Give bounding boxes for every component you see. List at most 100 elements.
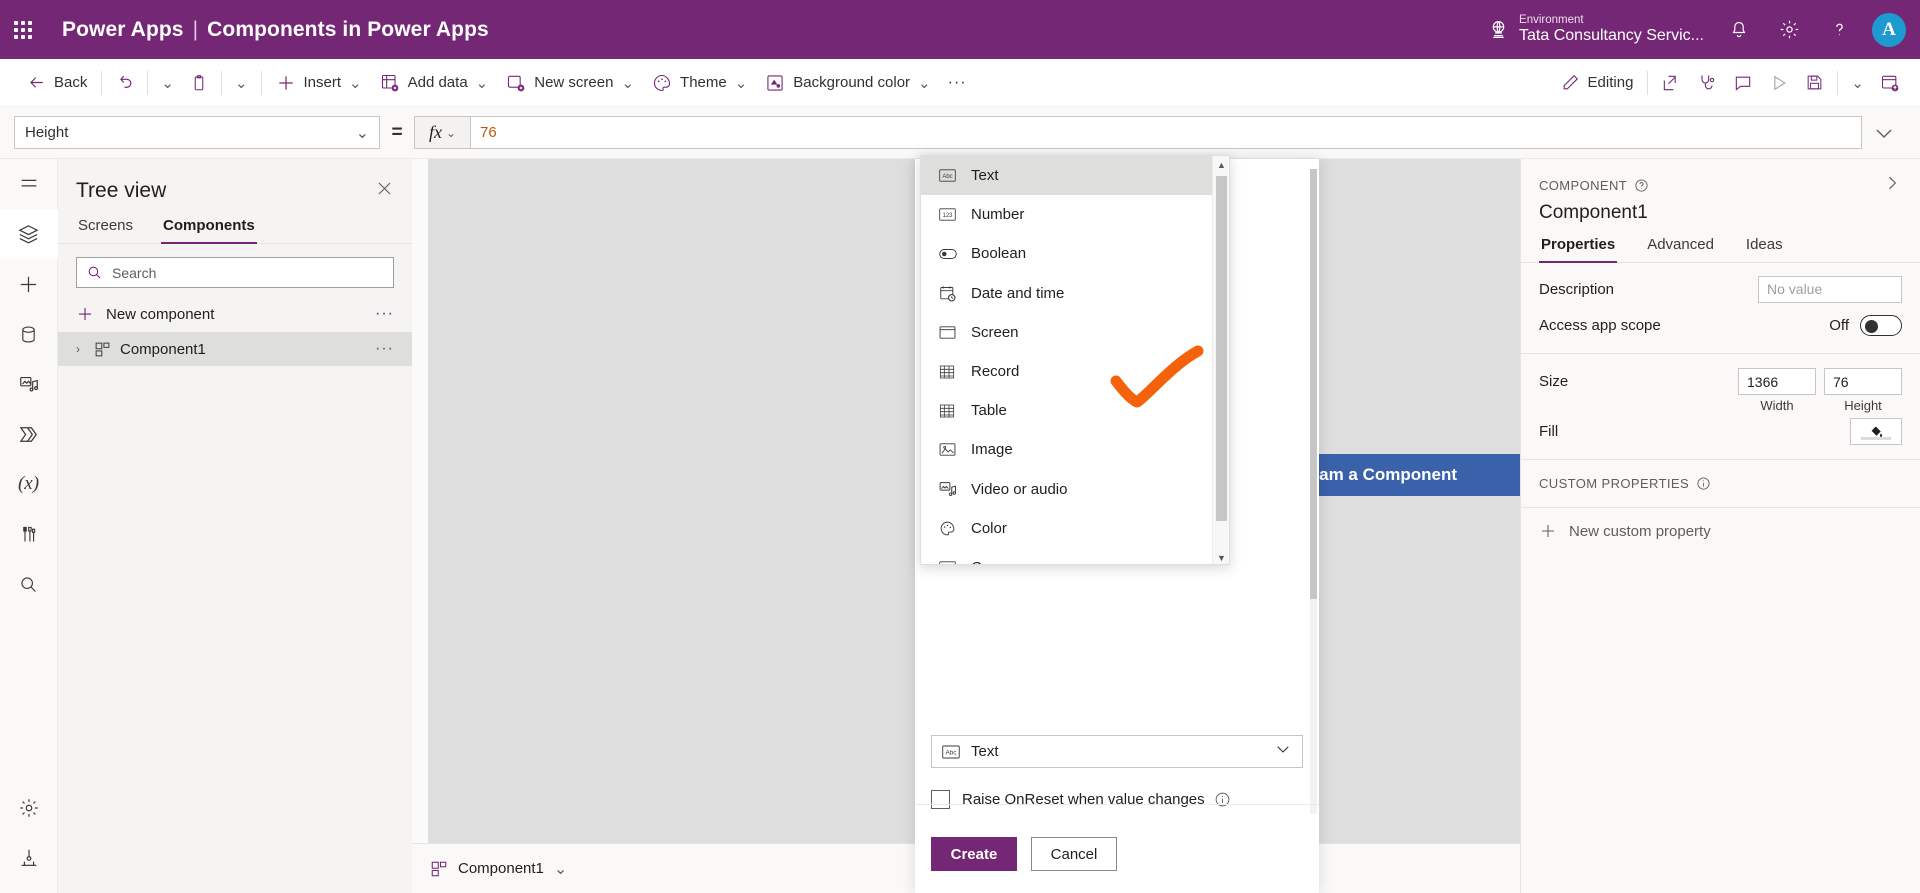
data-type-option-image[interactable]: Image [921, 430, 1213, 469]
bell-icon[interactable] [1714, 0, 1764, 59]
status-component-selector[interactable]: Component1 ⌄ [430, 859, 567, 879]
divider [147, 70, 149, 95]
data-type-option-text[interactable]: Abc Text [921, 156, 1213, 196]
gear-icon[interactable] [1764, 0, 1814, 59]
new-custom-property-button[interactable]: New custom property [1521, 508, 1920, 554]
properties-size-fill-section: Size 1366 Width 76 Height Fill [1521, 354, 1920, 460]
tree-item-component1[interactable]: › Component1 ··· [58, 332, 412, 366]
product-name[interactable]: Power Apps [62, 18, 184, 41]
environment-picker[interactable]: Environment Tata Consultancy Servic... [1481, 14, 1704, 46]
share-button[interactable] [1653, 65, 1689, 101]
data-type-option-number[interactable]: 123 Number [921, 195, 1213, 234]
fill-color-picker[interactable] [1850, 417, 1902, 445]
new-screen-button[interactable]: New screen ⌄ [497, 65, 643, 101]
new-component-button[interactable]: New component ··· [58, 296, 412, 332]
data-type-option-table[interactable]: Table [921, 391, 1213, 430]
raise-onreset-checkbox-row[interactable]: Raise OnReset when value changes [931, 790, 1303, 809]
publish-button[interactable] [1872, 65, 1908, 101]
variables-fx-icon[interactable]: (x) [0, 459, 58, 509]
create-button[interactable]: Create [931, 837, 1017, 871]
app-launcher-icon[interactable] [0, 0, 46, 59]
settings-gear-icon[interactable] [0, 783, 58, 833]
background-color-button[interactable]: Background color ⌄ [756, 65, 939, 101]
left-rail: (x) [0, 159, 58, 893]
paste-dropdown[interactable]: ⌄ [227, 65, 256, 101]
save-button[interactable] [1797, 65, 1832, 101]
environment-globe-icon [1481, 19, 1515, 40]
advanced-tools-icon[interactable] [0, 833, 58, 883]
media-icon[interactable] [0, 359, 58, 409]
data-type-option-date-and-time[interactable]: Date and time [921, 274, 1213, 313]
properties-panel-kicker: COMPONENT [1539, 178, 1628, 193]
save-dropdown[interactable]: ⌄ [1843, 65, 1872, 101]
ellipsis-icon: ··· [947, 73, 967, 91]
data-type-option-currency[interactable]: $ Currency [921, 548, 1213, 564]
tree-item-overflow-icon[interactable]: ··· [375, 340, 394, 358]
hamburger-menu-icon[interactable] [0, 159, 58, 209]
share-icon [1661, 73, 1681, 93]
back-button[interactable]: Back [18, 65, 96, 101]
data-type-option-screen[interactable]: Screen [921, 313, 1213, 352]
fx-glyph: fx [428, 122, 442, 142]
info-circle-icon[interactable] [1214, 791, 1231, 808]
layers-tree-view-icon[interactable] [0, 209, 58, 259]
paste-button[interactable] [182, 65, 216, 101]
formula-bar: Height ⌄ = fx ⌄ 76 [0, 107, 1920, 159]
avatar[interactable]: A [1872, 12, 1906, 47]
chevron-right-icon[interactable] [1882, 173, 1902, 198]
app-checker-tools-icon[interactable] [0, 509, 58, 559]
add-data-button[interactable]: Add data ⌄ [371, 65, 498, 101]
question-mark-icon[interactable] [1814, 0, 1864, 59]
theme-button[interactable]: Theme ⌄ [643, 65, 756, 101]
tab-properties[interactable]: Properties [1539, 236, 1618, 263]
undo-dropdown[interactable]: ⌄ [153, 65, 182, 101]
scrollbar-thumb[interactable] [1216, 176, 1227, 521]
dropdown-scrollbar[interactable]: ▲ ▼ [1212, 156, 1229, 564]
tree-view-search[interactable]: Search [76, 257, 394, 288]
scroll-up-arrow-icon[interactable]: ▲ [1213, 156, 1229, 173]
title-separator: | [192, 17, 199, 41]
fx-button[interactable]: fx ⌄ [414, 116, 470, 149]
currency-icon: $ [939, 561, 961, 564]
description-input[interactable]: No value [1758, 275, 1902, 303]
chevron-right-icon[interactable]: › [76, 342, 92, 356]
data-type-option-boolean[interactable]: Boolean [921, 234, 1213, 273]
undo-button[interactable] [107, 65, 142, 101]
formula-expand-button[interactable] [1862, 121, 1906, 145]
data-type-dropdown-menu: Abc Text 123 Number Boolean Date and time Scre… [920, 155, 1230, 565]
power-automate-icon[interactable] [0, 409, 58, 459]
property-select[interactable]: Height ⌄ [14, 116, 380, 149]
question-circle-icon[interactable] [1634, 178, 1649, 193]
comments-button[interactable] [1725, 65, 1761, 101]
raise-onreset-checkbox[interactable] [931, 790, 950, 809]
tab-screens[interactable]: Screens [76, 209, 135, 243]
data-type-option-video-or-audio[interactable]: Video or audio [921, 470, 1213, 509]
info-circle-icon[interactable] [1696, 476, 1711, 491]
more-commands-button[interactable]: ··· [940, 65, 975, 101]
tab-advanced[interactable]: Advanced [1645, 236, 1716, 262]
new-component-overflow-icon[interactable]: ··· [375, 305, 394, 323]
plus-insert-icon[interactable] [0, 259, 58, 309]
insert-button[interactable]: Insert ⌄ [267, 65, 371, 101]
dialog-scrollbar[interactable] [1310, 169, 1317, 814]
search-magnifier-icon[interactable] [0, 559, 58, 609]
search-input[interactable]: Search [112, 265, 156, 281]
editing-mode-button[interactable]: Editing [1552, 65, 1643, 101]
app-checker-button[interactable] [1689, 65, 1725, 101]
width-input[interactable]: 1366 [1738, 368, 1816, 395]
property-data-type-select[interactable]: Abc Text [931, 735, 1303, 768]
close-x-icon[interactable] [375, 179, 394, 203]
tab-components[interactable]: Components [161, 209, 257, 244]
access-app-scope-toggle[interactable] [1860, 314, 1902, 336]
tab-ideas[interactable]: Ideas [1744, 236, 1785, 262]
data-type-option-record[interactable]: Record [921, 352, 1213, 391]
database-data-icon[interactable] [0, 309, 58, 359]
height-input[interactable]: 76 [1824, 368, 1902, 395]
data-type-option-label: Text [971, 167, 999, 185]
preview-button[interactable] [1761, 65, 1797, 101]
chevron-down-icon[interactable]: ⌄ [554, 859, 567, 879]
formula-input[interactable]: 76 [470, 116, 1862, 149]
scroll-down-arrow-icon[interactable]: ▼ [1213, 549, 1229, 564]
cancel-button[interactable]: Cancel [1031, 837, 1117, 871]
data-type-option-color[interactable]: Color [921, 509, 1213, 548]
